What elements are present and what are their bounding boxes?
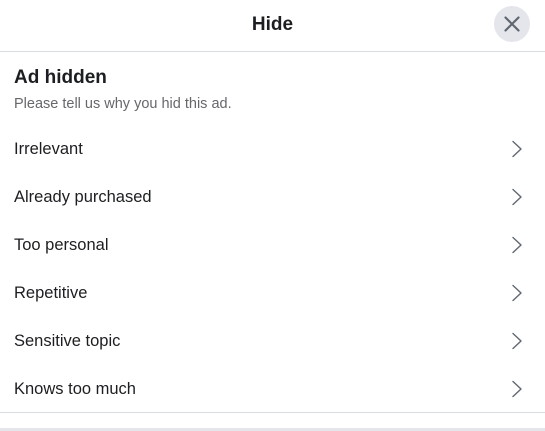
- chevron-right-icon: [512, 188, 522, 206]
- reason-label: Too personal: [14, 236, 109, 254]
- reason-label: Sensitive topic: [14, 332, 121, 350]
- reason-label: Knows too much: [14, 380, 136, 398]
- chevron-right-icon: [512, 332, 522, 350]
- chevron-right-icon: [512, 284, 522, 302]
- chevron-right-icon: [512, 140, 522, 158]
- hide-ad-dialog: Hide Ad hidden Please tell us why you hi…: [0, 0, 545, 431]
- close-icon: [504, 16, 520, 32]
- dialog-content: Ad hidden Please tell us why you hid thi…: [0, 66, 545, 413]
- reason-label: Irrelevant: [14, 140, 83, 158]
- reason-item-irrelevant[interactable]: Irrelevant: [14, 125, 531, 173]
- reason-list: Irrelevant Already purchased Too persona…: [14, 125, 531, 413]
- chevron-right-icon: [512, 380, 522, 398]
- reason-item-already-purchased[interactable]: Already purchased: [14, 173, 531, 221]
- section-subtitle: Please tell us why you hid this ad.: [14, 96, 232, 112]
- dialog-title: Hide: [251, 14, 294, 35]
- reason-label: Already purchased: [14, 188, 152, 206]
- chevron-right-icon: [512, 236, 522, 254]
- footer-divider: [0, 412, 545, 413]
- reason-item-knows-too-much[interactable]: Knows too much: [14, 365, 531, 413]
- reason-label: Repetitive: [14, 284, 88, 302]
- reason-item-too-personal[interactable]: Too personal: [14, 221, 531, 269]
- reason-item-sensitive-topic[interactable]: Sensitive topic: [14, 317, 531, 365]
- section-title: Ad hidden: [14, 67, 107, 88]
- reason-item-repetitive[interactable]: Repetitive: [14, 269, 531, 317]
- close-button[interactable]: [494, 6, 530, 42]
- dialog-header: Hide: [0, 0, 545, 52]
